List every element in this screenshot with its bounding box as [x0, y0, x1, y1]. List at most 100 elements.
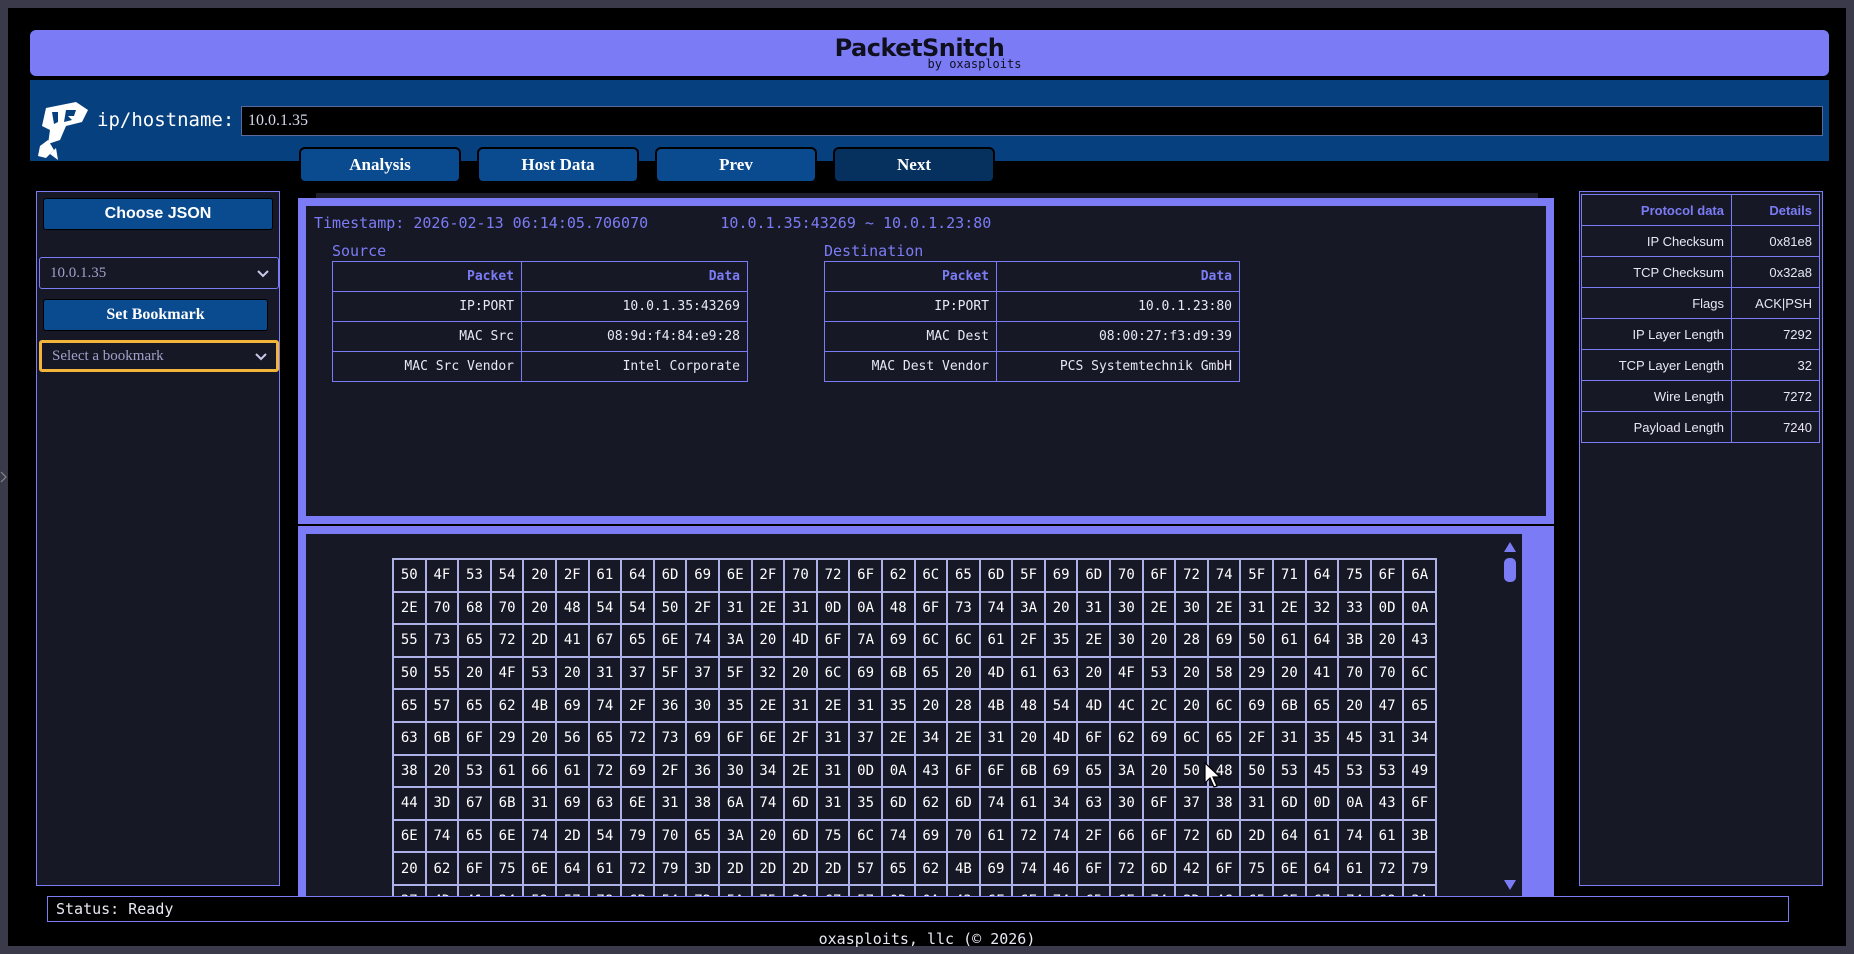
hex-byte-cell: 20	[1142, 624, 1176, 657]
next-button[interactable]: Next	[833, 147, 995, 183]
hex-byte-cell: 20	[1338, 689, 1371, 722]
hex-byte-cell: 69	[555, 787, 589, 820]
hex-grid: 50 4F 53 54 20 2F 61 64 6D 69 6E 2F 70 72 6F 62 6C 65 6D 5F…	[392, 558, 1437, 896]
hex-byte-cell: 72	[621, 721, 654, 755]
prev-button[interactable]: Prev	[655, 147, 817, 183]
hex-byte-cell: 31	[1077, 591, 1111, 625]
hex-byte-cell: 61	[979, 819, 1013, 853]
hex-byte-cell: 6E	[1012, 884, 1045, 896]
hex-byte-cell: 2E	[784, 754, 817, 788]
chevron-down-icon	[255, 353, 267, 361]
hex-byte-cell: 3A	[1110, 754, 1143, 788]
hex-byte-cell: 0A	[1403, 591, 1436, 625]
hex-byte-cell: 6C	[914, 624, 948, 657]
hex-byte-cell: 36	[686, 754, 719, 788]
mouse-pointer-icon	[1204, 762, 1222, 788]
row-key: MAC Src Vendor	[332, 351, 522, 382]
hex-byte-cell: 65	[458, 819, 491, 853]
hex-byte-cell: 6E	[1273, 884, 1306, 896]
hex-byte-cell: 5F	[1240, 559, 1274, 592]
hex-byte-cell: 61	[1012, 656, 1045, 690]
hex-byte-cell: 58	[1207, 656, 1241, 690]
hex-byte-cell: 72	[1012, 819, 1045, 853]
hex-byte-cell: 2D	[816, 852, 850, 885]
hex-byte-cell: 6E	[393, 819, 426, 853]
hex-byte-cell: 0A	[881, 754, 915, 788]
host-data-button[interactable]: Host Data	[477, 147, 639, 183]
left-sidebar: Choose JSON 10.0.1.35 Set Bookmark Selec…	[36, 191, 280, 886]
bookmark-select[interactable]: Select a bookmark	[39, 340, 279, 372]
hex-byte-cell: 31	[1240, 591, 1274, 625]
row-val: 08:00:27:f3:d9:39	[996, 321, 1240, 352]
hex-byte-cell: 6F	[849, 559, 882, 592]
table-row: IP Checksum 0x81e8	[1581, 225, 1820, 257]
row-val: PCS Systemtechnik GmbH	[996, 351, 1240, 382]
hex-byte-cell: 2F	[653, 754, 687, 788]
hex-byte-cell: 6E	[523, 852, 556, 885]
table-row: TCP Layer Length 32	[1581, 349, 1820, 381]
hex-byte-cell: 74	[751, 787, 785, 820]
table-row: MAC Src 08:9d:f4:84:e9:28	[332, 321, 748, 352]
hex-byte-cell: 38	[686, 787, 719, 820]
host-input[interactable]	[241, 106, 1823, 136]
hex-byte-cell: 67	[816, 884, 850, 896]
hex-byte-cell: 62	[914, 852, 948, 885]
hex-byte-cell: 41	[458, 884, 491, 896]
hex-byte-cell: 4B	[947, 852, 980, 885]
app-byline: by oxasploits	[927, 57, 1022, 71]
hex-byte-cell: 2E	[751, 591, 785, 625]
hex-byte-cell: 61	[1273, 624, 1306, 657]
choose-json-button[interactable]: Choose JSON	[43, 198, 273, 230]
host-select[interactable]: 10.0.1.35	[39, 257, 279, 289]
hex-byte-cell: 69	[1142, 721, 1176, 755]
row-key: IP:PORT	[824, 291, 997, 322]
hex-scrollbar[interactable]	[1498, 534, 1522, 896]
triangle-down-icon[interactable]	[1504, 880, 1516, 890]
protocol-panel: Protocol data Details IP Checksum 0x81e8…	[1579, 191, 1823, 886]
hex-byte-cell: 56	[555, 721, 589, 755]
hex-byte-cell: 72	[1175, 559, 1208, 592]
analysis-button[interactable]: Analysis	[299, 147, 461, 183]
scroll-thumb[interactable]	[1504, 558, 1516, 582]
hex-byte-cell: 74	[1207, 559, 1241, 592]
hex-byte-cell: 2F	[686, 591, 719, 625]
hex-byte-cell: 69	[555, 689, 589, 722]
hex-byte-cell: 61	[588, 559, 622, 592]
hex-byte-cell: 2E	[1273, 591, 1306, 625]
hex-byte-cell: 6F	[1207, 852, 1241, 885]
hex-byte-cell: 6E	[653, 624, 687, 657]
hex-byte-cell: 70	[425, 591, 459, 625]
set-bookmark-button[interactable]: Set Bookmark	[43, 299, 268, 331]
hex-byte-cell: 0D	[816, 591, 850, 625]
table-row: Wire Length 7272	[1581, 380, 1820, 412]
hex-byte-cell: 20	[555, 656, 589, 690]
hex-byte-cell: 30	[1175, 591, 1208, 625]
row-key: TCP Checksum	[1581, 256, 1732, 288]
hex-byte-cell: 31	[523, 787, 556, 820]
hex-byte-cell: 43	[1403, 624, 1436, 657]
hex-dump-viewport[interactable]: 50 4F 53 54 20 2F 61 64 6D 69 6E 2F 70 72 6F 62 6C 65 6D 5F…	[306, 534, 1522, 896]
hex-byte-cell: 33	[1338, 591, 1371, 625]
hex-byte-cell: 3D	[425, 787, 459, 820]
hex-byte-cell: 53	[458, 754, 491, 788]
hex-byte-cell: 43	[947, 884, 980, 896]
hex-byte-cell: 3A	[718, 819, 752, 853]
hex-byte-cell: 20	[784, 656, 817, 690]
hex-byte-cell: 57	[849, 852, 882, 885]
hex-byte-cell: 79	[653, 852, 687, 885]
hex-byte-cell: 6C	[849, 819, 882, 853]
triangle-up-icon[interactable]	[1504, 542, 1516, 552]
hex-byte-cell: 54	[588, 591, 622, 625]
hex-byte-cell: 4F	[1110, 656, 1143, 690]
hex-byte-cell: 20	[425, 754, 459, 788]
hex-byte-cell: 31	[718, 591, 752, 625]
host-label: ip/hostname:	[97, 109, 235, 131]
hex-byte-cell: 35	[718, 689, 752, 722]
hex-byte-cell: 4D	[784, 624, 817, 657]
hex-byte-cell: 72	[686, 884, 719, 896]
hex-byte-cell: 31	[1240, 787, 1274, 820]
hex-byte-cell: 20	[393, 852, 426, 885]
hex-byte-cell: 6C	[947, 624, 980, 657]
hex-byte-cell: 31	[849, 689, 882, 722]
hex-byte-cell: 2F	[1077, 819, 1111, 853]
